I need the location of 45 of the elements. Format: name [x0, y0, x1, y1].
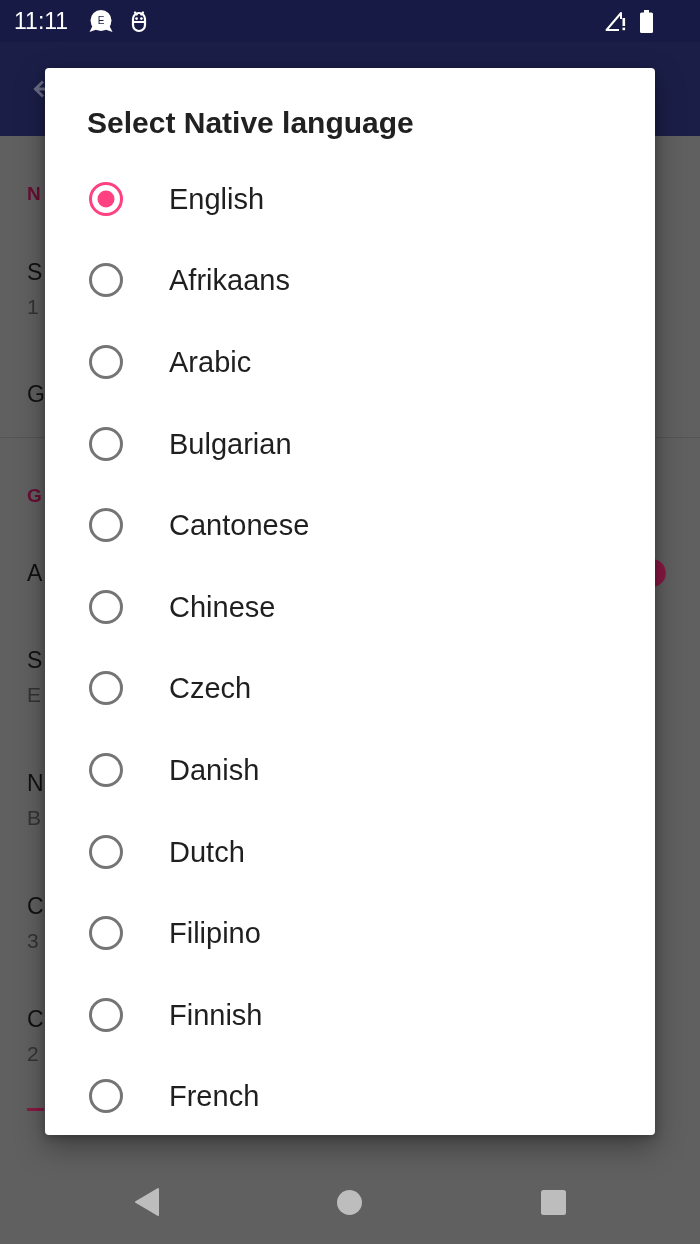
- language-label[interactable]: Filipino: [169, 915, 261, 952]
- setting-title: S: [27, 258, 43, 286]
- battery-icon: [640, 9, 653, 33]
- setting-title: G: [27, 380, 45, 408]
- section-header: G: [27, 484, 42, 508]
- language-label[interactable]: French: [169, 1078, 260, 1115]
- radio-button[interactable]: [89, 345, 123, 379]
- back-icon[interactable]: [133, 1187, 160, 1217]
- setting-title: N: [27, 769, 44, 797]
- radio-button[interactable]: [89, 181, 123, 216]
- radio-button[interactable]: [89, 263, 123, 298]
- dialog-title: Select Native language: [87, 106, 414, 139]
- radio-button[interactable]: [89, 834, 123, 869]
- language-label[interactable]: Afrikaans: [169, 262, 290, 299]
- radio-button[interactable]: [89, 1079, 123, 1114]
- toggle-switch[interactable]: [655, 559, 667, 587]
- language-label[interactable]: Czech: [169, 670, 252, 707]
- radio-button[interactable]: [89, 752, 123, 787]
- language-label[interactable]: Danish: [169, 751, 260, 788]
- radio-button[interactable]: [89, 916, 123, 951]
- chat-bubble-icon: E: [88, 9, 115, 33]
- home-icon[interactable]: [337, 1189, 363, 1215]
- language-label[interactable]: Finnish: [169, 996, 263, 1033]
- no-signal-icon: [604, 10, 628, 32]
- language-label[interactable]: Chinese: [169, 588, 276, 625]
- radio-button[interactable]: [89, 671, 123, 706]
- language-label[interactable]: Arabic: [169, 344, 252, 380]
- setting-title: A: [27, 559, 43, 587]
- setting-title: C: [27, 1005, 44, 1033]
- language-label[interactable]: Cantonese: [169, 507, 310, 544]
- setting-title: S: [27, 646, 43, 674]
- radio-button[interactable]: [89, 426, 123, 461]
- robot-icon: [130, 9, 149, 33]
- section-header: N: [27, 182, 41, 206]
- language-label[interactable]: Bulgarian: [169, 425, 292, 462]
- recent-apps-icon[interactable]: [540, 1189, 566, 1215]
- language-label[interactable]: Dutch: [169, 833, 245, 870]
- language-label[interactable]: English: [169, 180, 265, 217]
- radio-button[interactable]: [89, 997, 123, 1032]
- radio-button[interactable]: [89, 508, 123, 543]
- radio-button[interactable]: [89, 589, 123, 624]
- setting-title: C: [27, 892, 44, 920]
- slider-track[interactable]: [27, 1108, 44, 1111]
- status-time: 11:11: [14, 7, 69, 35]
- back-arrow-icon[interactable]: [33, 80, 45, 98]
